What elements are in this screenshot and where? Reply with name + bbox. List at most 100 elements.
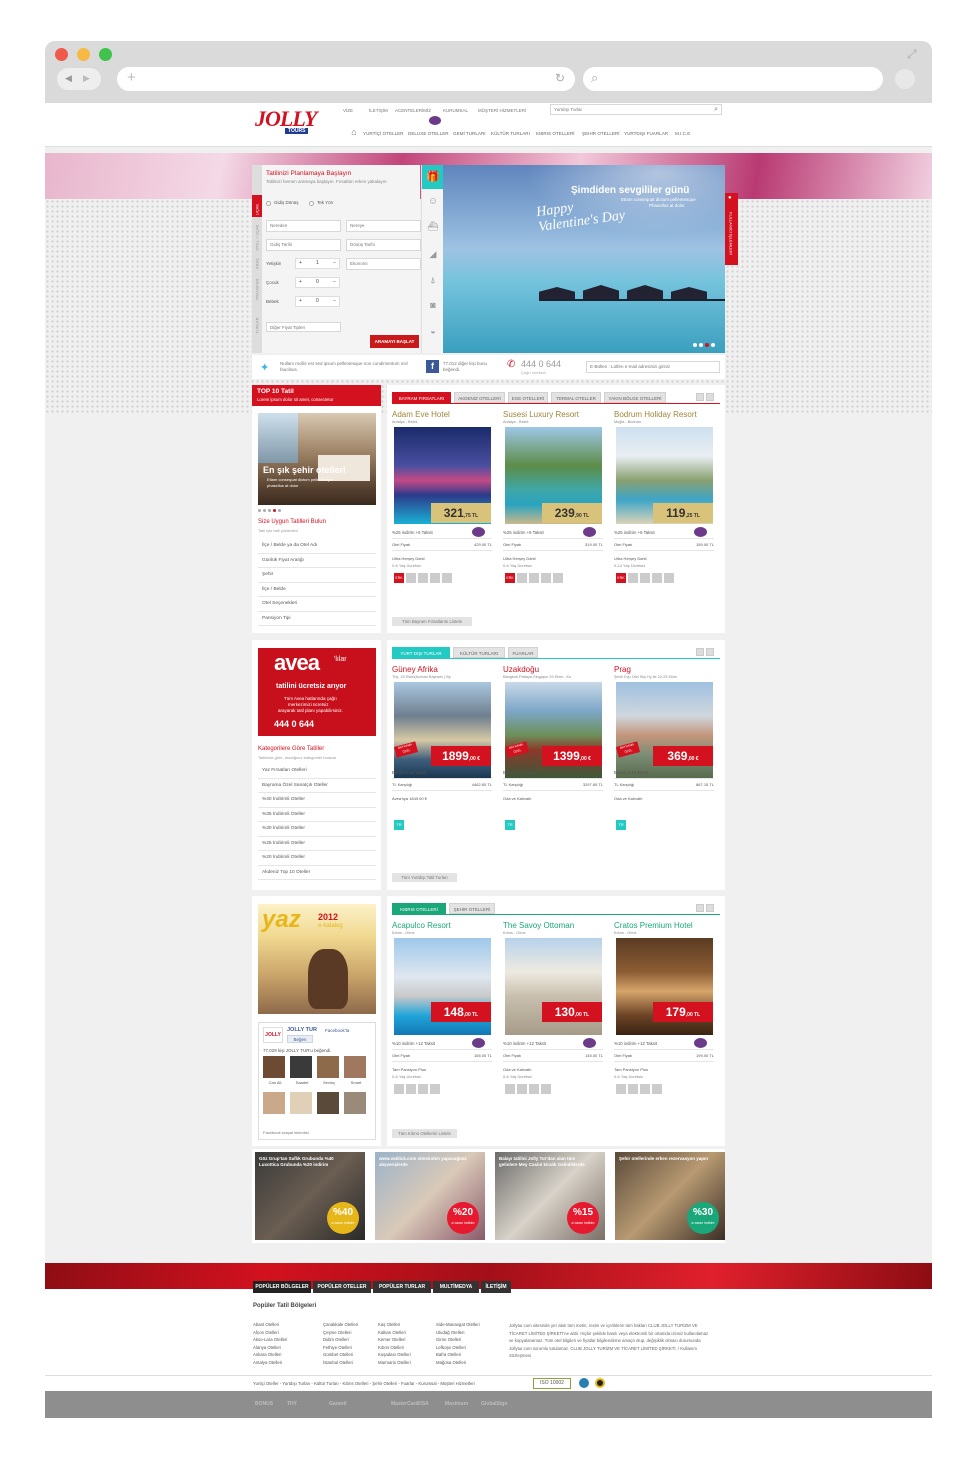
depart-date-input[interactable]: Gidiş Tarihi bbox=[266, 239, 341, 251]
footer-tab-3[interactable]: MULTİMEDYA bbox=[433, 1281, 479, 1293]
card-name[interactable]: Adam Eve Hotel bbox=[392, 410, 450, 419]
valentines-banner[interactable]: Şimdiden sevgililer günü Etiam consequat… bbox=[443, 165, 725, 353]
adult-stepper[interactable]: +1− bbox=[295, 258, 340, 269]
user-actions-tab[interactable]: ● KULLANICI İŞLEMLERİ bbox=[725, 193, 738, 265]
footer-link-col3-5[interactable]: Marmaris Otelleri bbox=[378, 1360, 411, 1365]
card-0[interactable]: Acapulco Resort Kıbrıs - Girne 148,00 TL %1… bbox=[392, 921, 492, 1121]
footer-link-col2-0[interactable]: Çanakkale Otelleri bbox=[323, 1322, 358, 1327]
footer-link-col1-0[interactable]: Abant Otelleri bbox=[253, 1322, 279, 1327]
call-center-number[interactable]: 444 0 644 bbox=[521, 359, 561, 369]
card-name[interactable]: Cratos Premium Hotel bbox=[614, 921, 693, 930]
footer-link-col4-5[interactable]: Mağosa Otelleri bbox=[436, 1360, 466, 1365]
fb-face-avatar[interactable] bbox=[263, 1092, 285, 1114]
footer-link-col4-1[interactable]: Uludağ Otelleri bbox=[436, 1330, 464, 1335]
address-bar[interactable]: + ↻ bbox=[117, 67, 575, 91]
radio-round-trip[interactable] bbox=[266, 201, 271, 206]
profile-icon[interactable] bbox=[895, 69, 915, 89]
nav-item-2[interactable]: GEMİ TURLARI bbox=[453, 131, 486, 136]
fb-face-avatar[interactable] bbox=[317, 1056, 339, 1078]
card-2[interactable]: Cratos Premium Hotel Kıbrıs - Girne 179,00… bbox=[614, 921, 714, 1121]
footer-link-col1-2[interactable]: Akso-Lara Otelleri bbox=[253, 1337, 287, 1342]
side-tab-3[interactable]: TRANSFER bbox=[255, 275, 260, 305]
reload-icon[interactable]: ↻ bbox=[555, 71, 565, 85]
fb-like-button[interactable]: Beğen bbox=[287, 1035, 313, 1043]
yaz-catalog-ad[interactable]: yaz 2012 e-katalog bbox=[258, 904, 376, 1014]
fullscreen-icon[interactable]: ⤢ bbox=[907, 47, 917, 62]
to-input[interactable]: Nereye bbox=[346, 220, 421, 232]
nav-item-6[interactable]: YURTDIŞI FUARLAR bbox=[624, 131, 668, 136]
footer-tab-0[interactable]: POPÜLER BÖLGELER bbox=[253, 1281, 311, 1293]
search-select[interactable]: Yurtdışı Turlar bbox=[554, 107, 582, 112]
promo-card-3[interactable]: Şehir otellerinde erken rezervasyon yapı… bbox=[615, 1152, 725, 1240]
back-button[interactable]: ◀ bbox=[65, 73, 72, 84]
card-0[interactable]: Güney Afrika Thy -20 Ekim(Kurban Bayramı … bbox=[392, 665, 492, 865]
footer-link-col3-2[interactable]: Kemer Otelleri bbox=[378, 1337, 405, 1342]
facebook-icon[interactable]: f bbox=[426, 360, 439, 373]
minimize-window-button[interactable] bbox=[77, 48, 90, 61]
fb-face-name[interactable]: Saadet bbox=[290, 1080, 314, 1085]
category-item-6[interactable]: %20 İndirimli Oteller bbox=[258, 851, 376, 866]
fb-face-avatar[interactable] bbox=[290, 1056, 312, 1078]
card-name[interactable]: Susesi Luxury Resort bbox=[503, 410, 579, 419]
category-item-7[interactable]: Akdeniz Top 10 Oteller bbox=[258, 866, 376, 880]
search-icon[interactable]: ⌕ bbox=[714, 105, 718, 114]
footer-link-col2-2[interactable]: Didim Otelleri bbox=[323, 1337, 349, 1342]
footer-tab-4[interactable]: İLETİŞİM bbox=[481, 1281, 511, 1293]
fb-face-avatar[interactable] bbox=[263, 1056, 285, 1078]
tab-0[interactable]: YURT DIŞI TURLAR bbox=[392, 647, 450, 658]
card-1[interactable]: Susesi Luxury Resort Antalya - Belek 239,9… bbox=[503, 410, 603, 610]
footer-links[interactable]: Yurtiçi Oteller - Yurtdışı Turları - Kül… bbox=[253, 1381, 475, 1386]
card-name[interactable]: Bodrum Holiday Resort bbox=[614, 410, 697, 419]
category-item-1[interactable]: Bayrama Özel Sanatçılı Oteller bbox=[258, 779, 376, 793]
newsletter-input[interactable]: E-Bülten : Lütfen e-mail adresinizi giri… bbox=[586, 361, 720, 373]
filter-item-0[interactable]: İlçe / Belde ya da Otel Adı bbox=[258, 539, 376, 554]
footer-link-col1-1[interactable]: Afyon Otelleri bbox=[253, 1330, 279, 1335]
card-name[interactable]: Uzakdoğu bbox=[503, 665, 539, 674]
forward-button[interactable]: ▶ bbox=[83, 73, 90, 84]
radio-one-way[interactable] bbox=[309, 201, 314, 206]
category-item-4[interactable]: %30 İndirimli Oteller bbox=[258, 822, 376, 837]
footer-link-col3-0[interactable]: Kaş Otelleri bbox=[378, 1322, 400, 1327]
category-item-3[interactable]: %35 İndirimli Oteller bbox=[258, 808, 376, 822]
car-icon[interactable]: ◒ bbox=[422, 326, 444, 336]
site-search-input[interactable]: Yurtdışı Turlar ⌕ bbox=[550, 104, 722, 115]
next-arrow[interactable] bbox=[706, 904, 714, 912]
footer-link-col4-0[interactable]: Side-Manavgat Otelleri bbox=[436, 1322, 480, 1327]
side-tab-4[interactable]: TURLAR bbox=[255, 311, 260, 341]
card-photo[interactable]: BAYRAMA ÖZEL 1399,00 € bbox=[505, 682, 602, 779]
nav-item-7[interactable]: M.I.C.E bbox=[675, 131, 690, 136]
promo-card-0[interactable]: Göz Grup'tan Saflık Grubunda %40 Luxotti… bbox=[255, 1152, 365, 1240]
tab-0[interactable]: BAYRAM FIRSATLARI bbox=[392, 392, 451, 403]
card-2[interactable]: Prag Şehir Dışı Otel Sky Hy ile 22-25 Eki… bbox=[614, 665, 714, 865]
banner-pager[interactable] bbox=[693, 343, 719, 348]
search-button[interactable]: ARAMAYI BAŞLAT bbox=[370, 335, 419, 348]
card-photo[interactable]: 239,90 TL bbox=[505, 427, 602, 524]
top-link-3[interactable]: KURUMSAL bbox=[443, 108, 468, 113]
ship-icon[interactable]: ⛴ bbox=[422, 221, 444, 232]
close-window-button[interactable] bbox=[55, 48, 68, 61]
card-photo[interactable]: 321,75 TL bbox=[394, 427, 491, 524]
card-1[interactable]: Uzakdoğu Bangkok-Pattaya-Singapur 29 Ekim… bbox=[503, 665, 603, 865]
new-tab-icon[interactable]: + bbox=[127, 69, 136, 86]
footer-link-col4-4[interactable]: Bafra Otelleri bbox=[436, 1352, 461, 1357]
gift-icon[interactable]: 🎁 bbox=[422, 165, 444, 189]
fb-face-avatar[interactable] bbox=[290, 1092, 312, 1114]
footer-link-col1-5[interactable]: Antalya Otelleri bbox=[253, 1360, 282, 1365]
footer-link-col2-1[interactable]: Çeşme Otelleri bbox=[323, 1330, 351, 1335]
card-1[interactable]: The Savoy Ottoman Kıbrıs - Girne 130,00 TL… bbox=[503, 921, 603, 1121]
footer-link-col4-2[interactable]: Girne Otelleri bbox=[436, 1337, 461, 1342]
footer-link-col3-4[interactable]: Kuşadası Otelleri bbox=[378, 1352, 411, 1357]
other-price-types[interactable]: Diğer Fiyat Tipleri bbox=[266, 322, 341, 332]
fb-page-name[interactable]: JOLLY TUR bbox=[287, 1027, 317, 1033]
list-all-tours-button[interactable]: Tüm Yurtdışı Tatil Turları bbox=[392, 873, 457, 882]
category-item-0[interactable]: Yaz Fırsatları Otelleri bbox=[258, 764, 376, 779]
promo-card-2[interactable]: Balayı tatilini Jolly Tur'dan alan tüm g… bbox=[495, 1152, 605, 1240]
top-link-1[interactable]: İLETİŞİM bbox=[369, 108, 388, 113]
promo-card-1[interactable]: www.vatilick.com sitesinden yapacağınız … bbox=[375, 1152, 485, 1240]
prev-arrow[interactable] bbox=[696, 648, 704, 656]
card-photo[interactable]: 130,00 TL bbox=[505, 938, 602, 1035]
maximize-window-button[interactable] bbox=[99, 48, 112, 61]
card-photo[interactable]: 179,00 TL bbox=[616, 938, 713, 1035]
camera-icon[interactable]: ◙ bbox=[422, 300, 444, 310]
top10-photo[interactable]: En şık şehir otelleri Etiam consequat di… bbox=[258, 413, 376, 505]
